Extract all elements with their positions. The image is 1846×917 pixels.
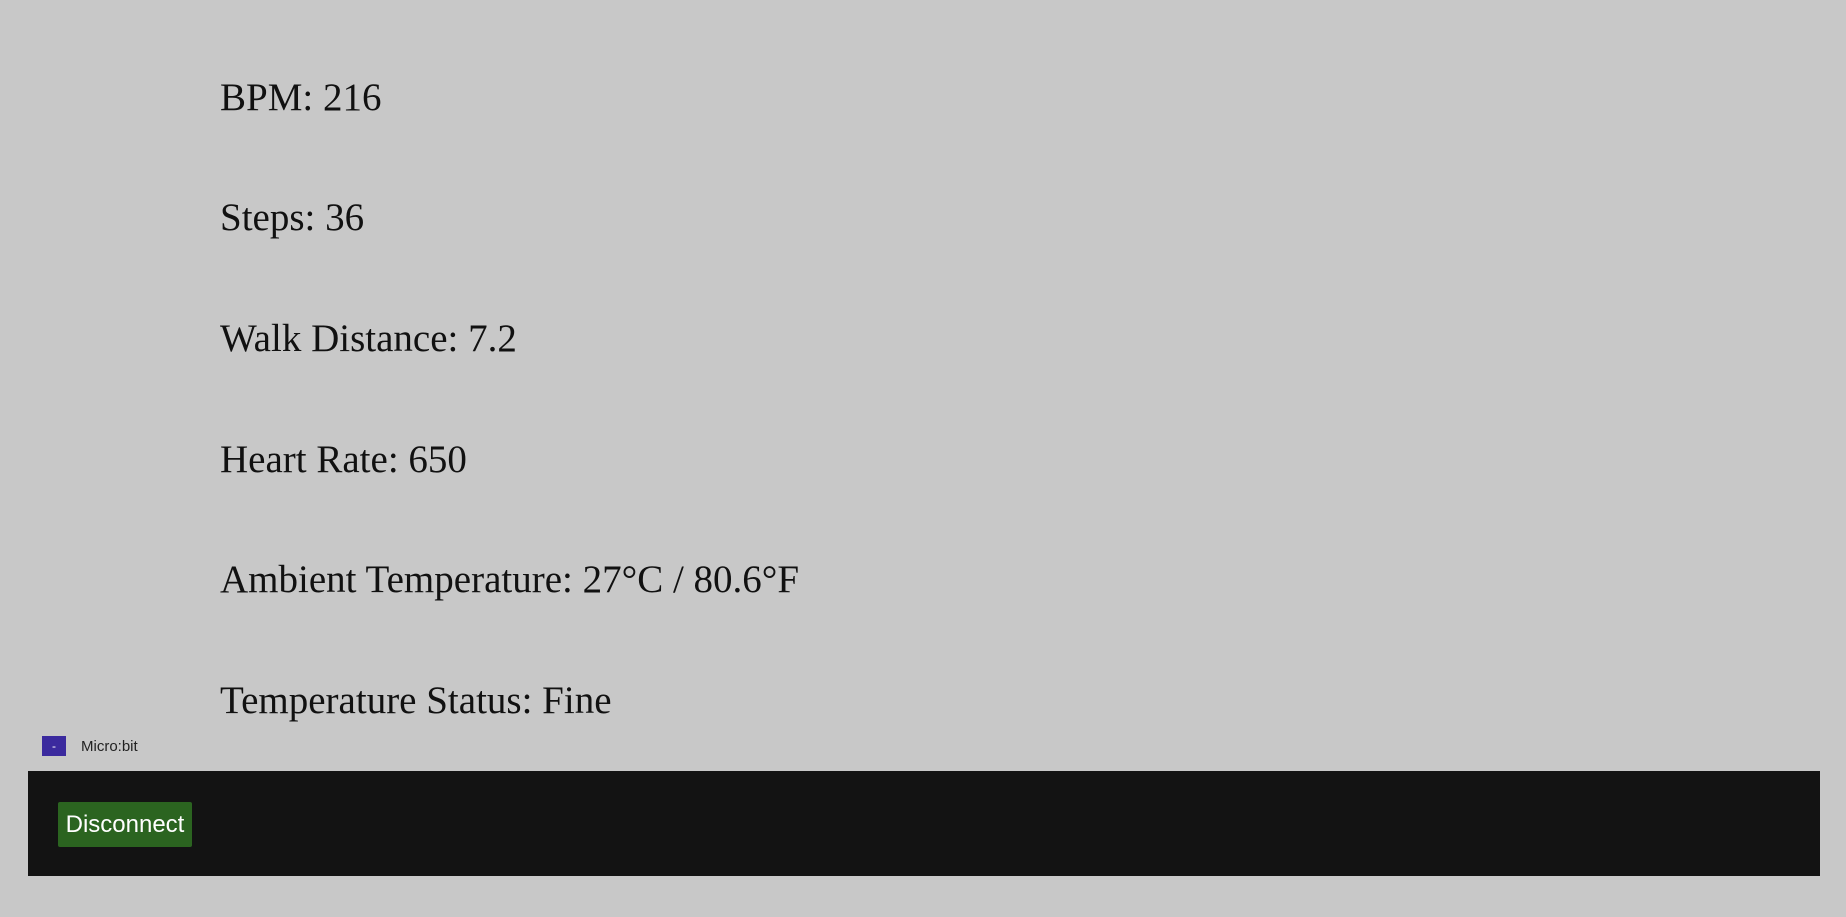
collapse-button[interactable]: -	[42, 736, 66, 756]
disconnect-button[interactable]: Disconnect	[58, 802, 192, 847]
heart-rate-reading: Heart Rate: 650	[220, 438, 467, 481]
device-name-label: Micro:bit	[81, 737, 138, 755]
device-panel: Disconnect	[28, 771, 1820, 876]
device-header: - Micro:bit	[42, 736, 138, 756]
steps-reading: Steps: 36	[220, 196, 365, 239]
temperature-status-reading: Temperature Status: Fine	[220, 679, 612, 722]
walk-distance-reading: Walk Distance: 7.2	[220, 317, 517, 360]
bpm-reading: BPM: 216	[220, 76, 382, 119]
ambient-temperature-reading: Ambient Temperature: 27°C / 80.6°F	[220, 558, 800, 601]
